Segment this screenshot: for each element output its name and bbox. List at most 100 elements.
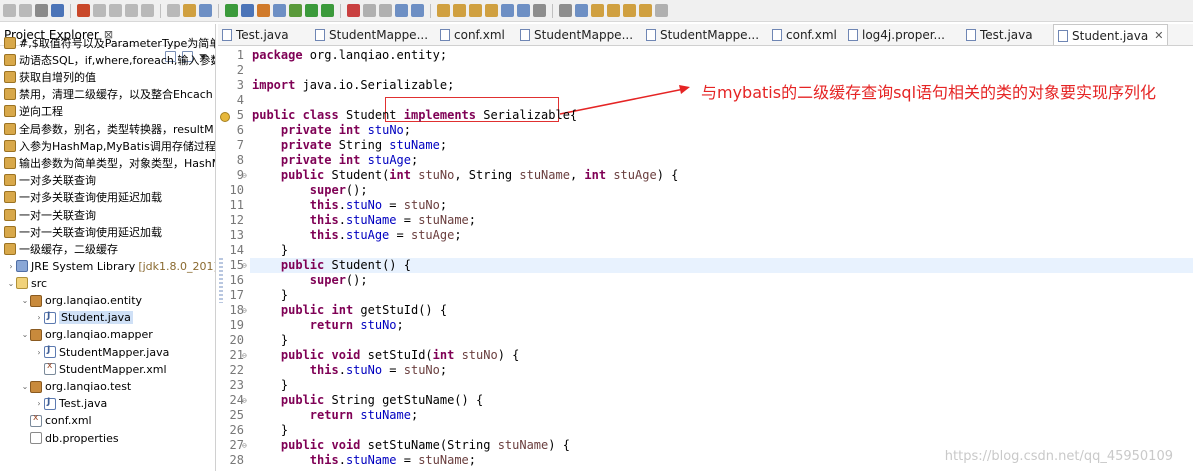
code-line[interactable]: return stuNo; <box>252 318 404 333</box>
toolbar-button-icon[interactable] <box>19 4 32 17</box>
fold-toggle-icon[interactable]: ⊖ <box>242 168 247 183</box>
code-line[interactable]: this.stuAge = stuAge; <box>252 228 462 243</box>
code-line[interactable]: public Student() { <box>252 258 411 273</box>
expand-toggle-icon[interactable]: › <box>6 262 16 271</box>
code-line[interactable]: this.stuNo = stuNo; <box>252 198 447 213</box>
code-line[interactable]: private int stuAge; <box>252 153 418 168</box>
toolbar-button-icon[interactable] <box>655 4 668 17</box>
tree-item[interactable]: 逆向工程 <box>0 103 63 120</box>
code-line[interactable]: import java.io.Serializable; <box>252 78 454 93</box>
expand-toggle-icon[interactable]: ⌄ <box>20 382 30 391</box>
code-line[interactable]: private int stuNo; <box>252 123 411 138</box>
toolbar-button-icon[interactable] <box>395 4 408 17</box>
toolbar-button-icon[interactable] <box>199 4 212 17</box>
code-line[interactable]: package org.lanqiao.entity; <box>252 48 447 63</box>
toolbar-button-icon[interactable] <box>77 4 90 17</box>
toolbar-button-icon[interactable] <box>93 4 106 17</box>
tree-item[interactable]: #,$取值符号以及ParameterType为简单类 <box>0 34 215 51</box>
tree-item[interactable]: › JRE System Library [jdk1.8.0_201] <box>0 258 215 275</box>
tree-item[interactable]: 一对一关联查询 <box>0 206 96 223</box>
toolbar-button-icon[interactable] <box>225 4 238 17</box>
code-line[interactable]: this.stuName = stuName; <box>252 213 476 228</box>
code-line[interactable]: private String stuName; <box>252 138 447 153</box>
expand-toggle-icon[interactable]: › <box>34 399 44 408</box>
tree-item[interactable]: conf.xml <box>0 412 92 429</box>
code-line[interactable]: public String getStuName() { <box>252 393 483 408</box>
tree-item[interactable]: ⌄ src <box>0 275 47 292</box>
toolbar-button-icon[interactable] <box>241 4 254 17</box>
tree-item[interactable]: ⌄ org.lanqiao.mapper <box>0 326 153 343</box>
tree-item[interactable]: 获取自增列的值 <box>0 68 96 85</box>
code-line[interactable]: public void setStuName(String stuName) { <box>252 438 570 453</box>
code-line[interactable]: } <box>252 288 288 303</box>
fold-toggle-icon[interactable]: ⊖ <box>242 303 247 318</box>
toolbar-button-icon[interactable] <box>501 4 514 17</box>
tree-item[interactable]: 入参为HashMap,MyBatis调用存储过程 <box>0 137 215 154</box>
toolbar-button-icon[interactable] <box>363 4 376 17</box>
toolbar-button-icon[interactable] <box>257 4 270 17</box>
toolbar-button-icon[interactable] <box>607 4 620 17</box>
fold-toggle-icon[interactable]: ⊖ <box>242 348 247 363</box>
expand-toggle-icon[interactable]: ⌄ <box>6 279 16 288</box>
fold-toggle-icon[interactable]: ⊖ <box>242 438 247 453</box>
expand-toggle-icon[interactable]: › <box>34 348 44 357</box>
editor-tab[interactable]: StudentMappe... <box>315 24 428 45</box>
toolbar-button-icon[interactable] <box>517 4 530 17</box>
code-line[interactable]: public int getStuId() { <box>252 303 447 318</box>
toolbar-button-icon[interactable] <box>289 4 302 17</box>
toolbar-button-icon[interactable] <box>305 4 318 17</box>
toolbar-button-icon[interactable] <box>167 4 180 17</box>
code-line[interactable]: } <box>252 333 288 348</box>
tree-item[interactable]: 一对多关联查询使用延迟加载 <box>0 189 162 206</box>
toolbar-button-icon[interactable] <box>141 4 154 17</box>
toolbar-button-icon[interactable] <box>347 4 360 17</box>
toolbar-button-icon[interactable] <box>559 4 572 17</box>
tree-item[interactable]: 禁用，清理二级缓存，以及整合Ehcach <box>0 86 213 103</box>
toolbar-button-icon[interactable] <box>321 4 334 17</box>
code-line[interactable]: } <box>252 423 288 438</box>
code-line[interactable]: super(); <box>252 273 368 288</box>
code-line[interactable]: } <box>252 243 288 258</box>
toolbar-button-icon[interactable] <box>575 4 588 17</box>
tree-item[interactable]: 一级缓存，二级缓存 <box>0 240 118 257</box>
toolbar-button-icon[interactable] <box>125 4 138 17</box>
toolbar-button-icon[interactable] <box>411 4 424 17</box>
tree-item[interactable]: › StudentMapper.java <box>0 344 169 361</box>
code-line[interactable]: this.stuName = stuName; <box>252 453 476 468</box>
editor-tab[interactable]: Test.java <box>222 24 289 45</box>
toolbar-button-icon[interactable] <box>453 4 466 17</box>
tree-item[interactable]: ⌄ org.lanqiao.entity <box>0 292 142 309</box>
tree-item[interactable]: 全局参数，别名，类型转换器，resultM <box>0 120 214 137</box>
code-line[interactable]: public Student(int stuNo, String stuName… <box>252 168 678 183</box>
tree-item[interactable]: 动语态SQL，if,where,foreach,输入参数 <box>0 51 215 68</box>
toolbar-button-icon[interactable] <box>639 4 652 17</box>
code-line[interactable]: } <box>252 378 288 393</box>
toolbar-button-icon[interactable] <box>3 4 16 17</box>
editor-tab[interactable]: conf.xml <box>772 24 837 45</box>
code-line[interactable]: return stuName; <box>252 408 418 423</box>
toolbar-button-icon[interactable] <box>51 4 64 17</box>
code-line[interactable]: this.stuNo = stuNo; <box>252 363 447 378</box>
tree-item[interactable]: 一对多关联查询 <box>0 172 96 189</box>
expand-toggle-icon[interactable]: ⌄ <box>20 296 30 305</box>
editor-tab[interactable]: Test.java <box>966 24 1033 45</box>
tree-item[interactable]: ⌄ org.lanqiao.test <box>0 378 132 395</box>
tree-item[interactable]: 一对一关联查询使用延迟加载 <box>0 223 162 240</box>
editor-tab[interactable]: log4j.proper... <box>848 24 945 45</box>
tree-item[interactable]: StudentMapper.xml <box>0 361 167 378</box>
close-tab-icon[interactable]: ✕ <box>1154 29 1163 42</box>
toolbar-button-icon[interactable] <box>623 4 636 17</box>
toolbar-button-icon[interactable] <box>533 4 546 17</box>
toolbar-button-icon[interactable] <box>485 4 498 17</box>
toolbar-button-icon[interactable] <box>109 4 122 17</box>
toolbar-button-icon[interactable] <box>35 4 48 17</box>
tree-item[interactable]: › Student.java <box>0 309 133 326</box>
editor-tab[interactable]: StudentMappe... <box>520 24 633 45</box>
code-line[interactable]: super(); <box>252 183 368 198</box>
code-editor[interactable]: 1 2 3 4 5 6 7 8 9 ⊖ 10 11 12 13 14 15 ⊖ 16 17 18 ⊖ 19 20 21 ⊖ 22 2… <box>218 46 1193 471</box>
tree-item[interactable]: 输出参数为简单类型，对象类型，HashM <box>0 154 215 171</box>
toolbar-button-icon[interactable] <box>437 4 450 17</box>
toolbar-button-icon[interactable] <box>591 4 604 17</box>
toolbar-button-icon[interactable] <box>183 4 196 17</box>
toolbar-button-icon[interactable] <box>469 4 482 17</box>
